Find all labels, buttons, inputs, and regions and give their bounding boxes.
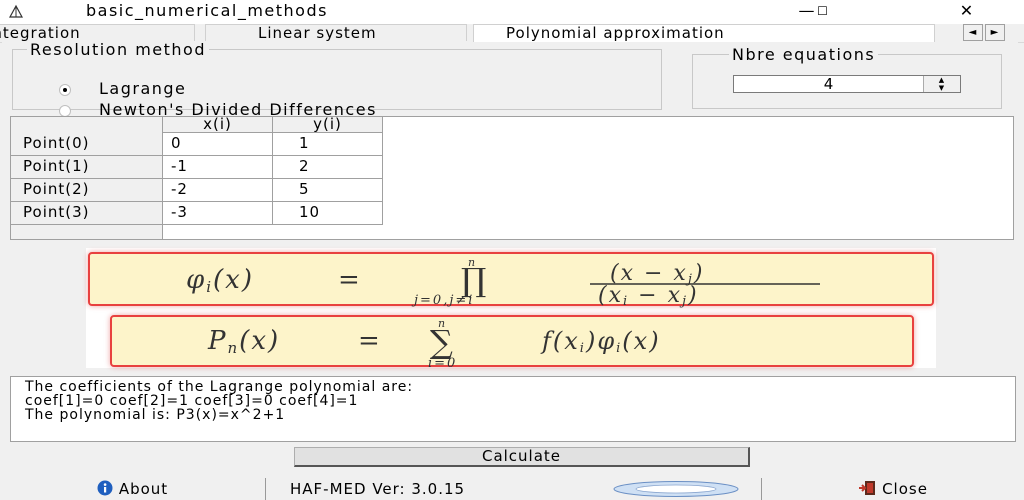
row-header: Point(1) (11, 156, 163, 179)
svg-text:i=0: i=0 (428, 356, 457, 369)
tab-linear-system[interactable]: Linear system (205, 24, 467, 41)
cell-y[interactable]: 10 (273, 202, 383, 225)
equations-legend: Nbre equations (732, 45, 876, 64)
close-window-button[interactable]: ✕ (944, 0, 990, 24)
row-header: Point(2) (11, 179, 163, 202)
svg-text:φi(x): φi(x) (186, 265, 254, 296)
svg-text:j=0,j≠i: j=0,j≠i (411, 293, 474, 308)
column-header-x[interactable]: x(i) (163, 117, 273, 133)
logo-icon (613, 481, 739, 497)
close-button[interactable]: Close (764, 478, 1022, 500)
resolution-method-group: Resolution method Lagrange Newton's Divi… (12, 40, 662, 119)
about-label: About (118, 480, 169, 498)
calculate-button[interactable]: Calculate (294, 447, 750, 467)
resolution-method-legend: Resolution method (30, 40, 206, 59)
version-label: HAF-MED Ver: 3.0.15 (290, 480, 466, 498)
svg-text:=: = (358, 326, 382, 356)
result-line: The polynomial is: P3(x)=x^2+1 (25, 407, 286, 423)
svg-text:n: n (438, 317, 447, 330)
points-table: x(i) y(i) Point(0) 0 1 Point(1) -1 2 Poi… (10, 116, 1014, 240)
cell-y[interactable]: 5 (273, 179, 383, 202)
basis-polynomial-formula: φi(x) = ∏ n j=0,j≠i (x − xj) (xi − xj) (88, 252, 934, 308)
cell-y[interactable]: 2 (273, 156, 383, 179)
tab-scroll-right-button[interactable]: ► (985, 24, 1005, 41)
result-line: The coefficients of the Lagrange polynom… (25, 379, 414, 395)
info-icon (97, 480, 113, 496)
app-icon (8, 4, 24, 18)
svg-text:=: = (338, 265, 362, 295)
lagrange-radio[interactable] (59, 84, 71, 96)
cell-x[interactable]: -3 (163, 202, 273, 225)
version-info: HAF-MED Ver: 3.0.15 (272, 478, 762, 500)
title-bar: basic_numerical_methods — ☐ ✕ (0, 0, 1024, 24)
close-label: Close (882, 480, 928, 498)
column-header-y[interactable]: y(i) (273, 117, 383, 133)
cell-y[interactable]: 1 (273, 133, 383, 156)
about-button[interactable]: About (0, 478, 266, 500)
svg-text:Pn(x): Pn(x) (207, 326, 280, 357)
exit-icon (859, 481, 876, 495)
lagrange-label[interactable]: Lagrange (99, 79, 186, 98)
tab-integration[interactable]: Integration (0, 24, 195, 41)
cell-x[interactable]: -1 (163, 156, 273, 179)
maximize-button[interactable]: ☐ (800, 0, 846, 24)
spinner-up-button[interactable]: ▲ (923, 76, 960, 84)
result-line: coef[1]=0 coef[2]=1 coef[3]=0 coef[4]=1 (25, 393, 359, 409)
equations-spinner[interactable]: 4 ▲ ▼ (733, 75, 961, 93)
window-title: basic_numerical_methods (86, 1, 328, 20)
equations-value[interactable]: 4 (734, 76, 924, 92)
tab-scroll-left-button[interactable]: ◄ (963, 24, 983, 41)
svg-text:f(xi)φi(x): f(xi)φi(x) (540, 327, 661, 356)
cell-x[interactable]: 0 (163, 133, 273, 156)
row-header: Point(3) (11, 202, 163, 225)
svg-text:(xi − xj): (xi − xj) (598, 283, 699, 308)
svg-text:n: n (468, 256, 477, 269)
spinner-down-button[interactable]: ▼ (923, 84, 960, 92)
lagrange-formula-image: φi(x) = ∏ n j=0,j≠i (x − xj) (xi − xj) P… (86, 248, 936, 369)
cell-x[interactable]: -2 (163, 179, 273, 202)
interpolation-polynomial-formula: Pn(x) = ∑ n i=0 f(xi)φi(x) (110, 315, 914, 369)
row-header: Point(0) (11, 133, 163, 156)
result-output[interactable]: The coefficients of the Lagrange polynom… (10, 376, 1016, 442)
